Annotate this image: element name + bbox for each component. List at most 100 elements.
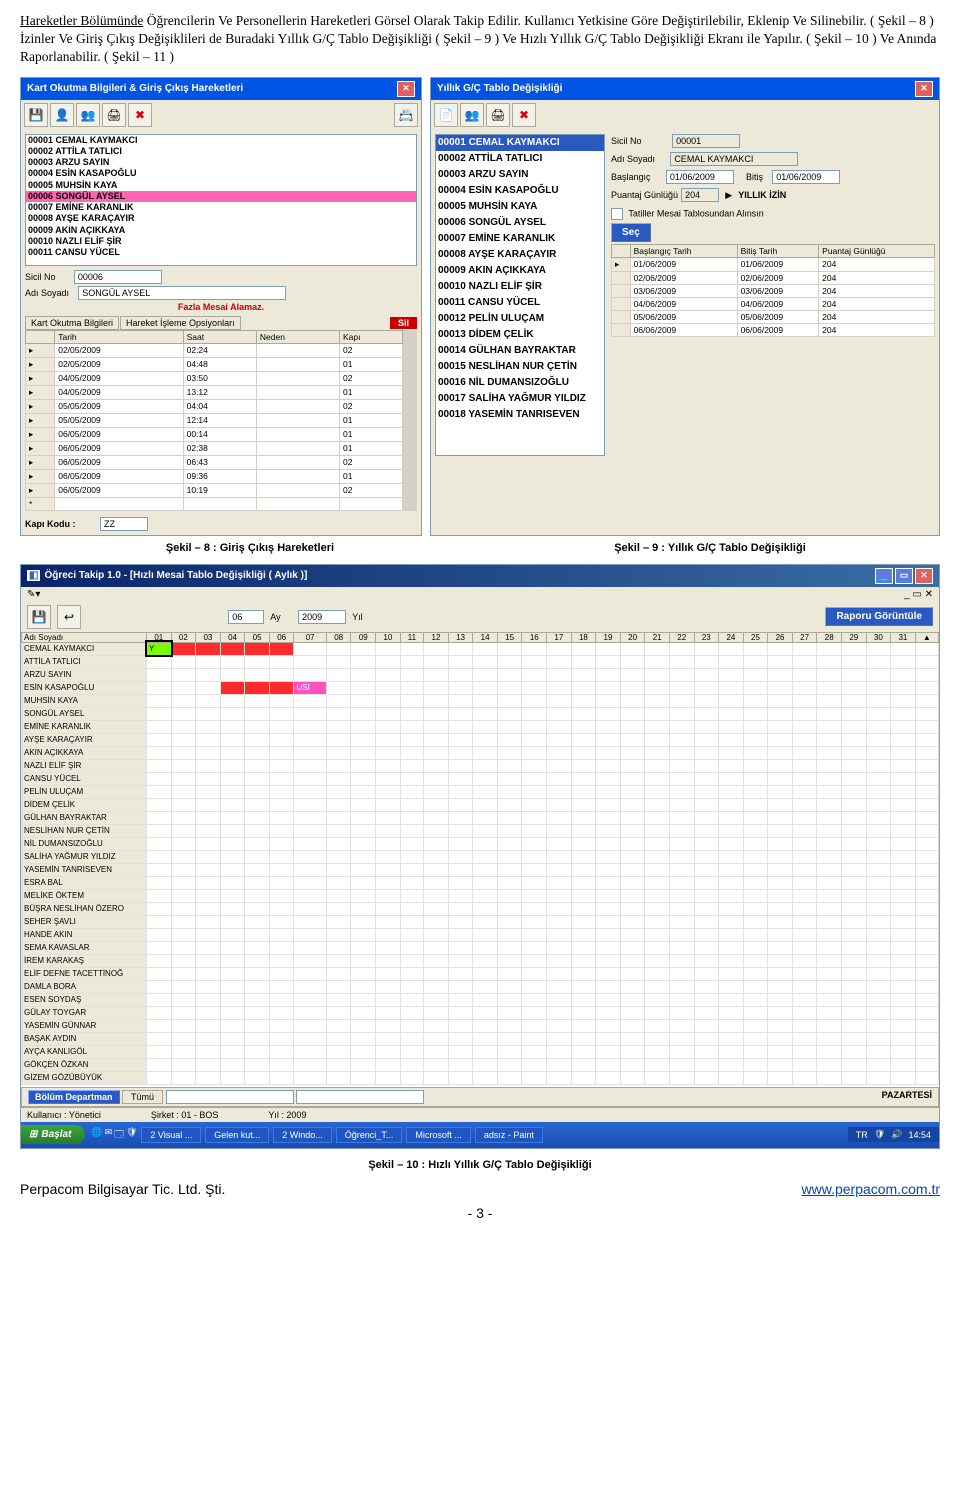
- task-button[interactable]: adsız - Paint: [475, 1127, 543, 1143]
- users-icon[interactable]: 👥: [76, 103, 100, 127]
- start-label: Başlat: [41, 1129, 71, 1140]
- app-icon: ◧: [27, 570, 40, 581]
- kart-okutma-panel: Kart Okutma Bilgileri & Giriş Çıkış Hare…: [20, 77, 422, 536]
- print-icon[interactable]: 🖨: [486, 103, 510, 127]
- user-icon[interactable]: 👤: [50, 103, 74, 127]
- adsoyad-input[interactable]: SONGÜL AYSEL: [78, 286, 286, 300]
- warn-text: Fazla Mesai Alamaz.: [25, 302, 417, 312]
- menu-item[interactable]: ✎▾: [27, 589, 40, 600]
- tumu-button[interactable]: Tümü: [122, 1090, 163, 1104]
- pg-input: 204: [681, 188, 719, 202]
- kapi-input[interactable]: ZZ: [100, 517, 148, 531]
- adsoyad-label: Adı Soyadı: [25, 288, 69, 298]
- task-button[interactable]: 2 Visual ...: [141, 1127, 201, 1143]
- caption-9: Şekil – 9 : Yıllık G/Ç Tablo Değişikliği: [480, 542, 940, 554]
- sicil-label-r: Sicil No: [611, 136, 642, 146]
- sicil-input[interactable]: 00006: [74, 270, 162, 284]
- panel-title-r: Yıllık G/Ç Tablo Değişikliği: [437, 83, 562, 94]
- quick-icon[interactable]: 🗔: [114, 1127, 124, 1143]
- maximize-icon[interactable]: ▭: [895, 568, 913, 584]
- izin-table[interactable]: Başlangıç TarihBitiş TarihPuantaj Günlüğ…: [611, 244, 935, 337]
- footer-company: Perpacom Bilgisayar Tic. Ltd. Şti.: [20, 1181, 225, 1197]
- close-icon[interactable]: ✕: [915, 568, 933, 584]
- scrollbar[interactable]: [403, 330, 417, 511]
- page-footer: Perpacom Bilgisayar Tic. Ltd. Şti. www.p…: [20, 1181, 940, 1197]
- toolbar-right: 📄 👥 🖨 ✖: [431, 100, 939, 130]
- yillik-gc-panel: Yıllık G/Ç Tablo Değişikliği ✕ 📄 👥 🖨 ✖ 0…: [430, 77, 940, 536]
- wide-titlebar: ◧ Öğreci Takip 1.0 - [Hızlı Mesai Tablo D…: [21, 565, 939, 587]
- sicil-input-r: 00001: [672, 134, 740, 148]
- bit-label: Bitiş: [746, 172, 763, 182]
- back-icon[interactable]: ↩: [57, 605, 81, 629]
- month-select[interactable]: 06: [228, 610, 264, 624]
- wide-title: Öğreci Takip 1.0 - [Hızlı Mesai Tablo De…: [44, 570, 307, 581]
- mesai-grid[interactable]: Adı Soyadı010203040506070809101112131415…: [21, 632, 939, 1085]
- izin-label: YILLIK İZİN: [738, 190, 786, 200]
- task-buttons: 2 Visual ...Gelen kut...2 Windo...Öğrenc…: [137, 1127, 543, 1143]
- task-button[interactable]: Öğrenci_T...: [336, 1127, 403, 1143]
- sicil-label: Sicil No: [25, 272, 56, 282]
- page-number: - 3 -: [20, 1205, 940, 1221]
- intro-paragraph: Hareketler Bölümünde Öğrencilerin Ve Per…: [20, 12, 940, 67]
- intro-rest: Öğrencilerin Ve Personellerin Hareketler…: [20, 13, 936, 64]
- clock: 14:54: [908, 1130, 931, 1140]
- close-icon[interactable]: ✕: [397, 81, 415, 97]
- tab-hareket-ops[interactable]: Hareket İşleme Opsiyonları: [120, 316, 241, 330]
- panel-header-left: Kart Okutma Bilgileri & Giriş Çıkış Hare…: [21, 78, 421, 100]
- lang-indicator[interactable]: TR: [856, 1130, 868, 1140]
- minimize-icon[interactable]: _: [875, 568, 893, 584]
- footer-link[interactable]: www.perpacom.com.tr: [802, 1181, 940, 1197]
- delete-icon[interactable]: ✖: [512, 103, 536, 127]
- save-icon[interactable]: 💾: [27, 605, 51, 629]
- caption-10: Şekil – 10 : Hızlı Yıllık G/Ç Tablo Deği…: [20, 1159, 940, 1171]
- personel-list[interactable]: 00001 CEMAL KAYMAKCI00002 ATTİLA TATLICI…: [25, 134, 417, 266]
- year-select[interactable]: 2009: [298, 610, 346, 624]
- ad-input-r: CEMAL KAYMAKCI: [670, 152, 798, 166]
- bolum-button[interactable]: Bölüm Departman: [28, 1090, 120, 1104]
- bottom-toolbar: Bölüm Departman Tümü PAZARTESİ: [21, 1087, 939, 1107]
- caption-8: Şekil – 8 : Giriş Çıkış Hareketleri: [20, 542, 480, 554]
- arrow-icon[interactable]: ▶: [725, 190, 732, 200]
- wide-toolbar: 💾 ↩ 06 Ay 2009 Yıl Raporu Görüntüle: [21, 602, 939, 632]
- tray-icon[interactable]: 🛡: [874, 1129, 885, 1140]
- task-button[interactable]: Gelen kut...: [205, 1127, 269, 1143]
- status-bar: Kullanıcı : Yönetici Şirket : 01 - BOS Y…: [21, 1107, 939, 1122]
- figures-row: Kart Okutma Bilgileri & Giriş Çıkış Hare…: [20, 77, 940, 536]
- tabstrip: Kart Okutma Bilgileri Hareket İşleme Ops…: [25, 316, 242, 330]
- close-icon[interactable]: ✕: [915, 81, 933, 97]
- quick-icon[interactable]: ✉: [105, 1127, 113, 1143]
- print-icon[interactable]: 🖨: [102, 103, 126, 127]
- bas-input[interactable]: 01/06/2009: [666, 170, 734, 184]
- kapi-label: Kapı Kodu :: [25, 519, 76, 529]
- users-icon[interactable]: 👥: [460, 103, 484, 127]
- pg-label: Puantaj Günlüğü: [611, 190, 678, 200]
- bas-label: Başlangıç: [611, 172, 651, 182]
- quick-icon[interactable]: 🌐: [91, 1127, 102, 1143]
- task-button[interactable]: Microsoft ...: [406, 1127, 471, 1143]
- card-icon[interactable]: 📇: [394, 103, 418, 127]
- windows-icon: ⊞: [29, 1129, 37, 1140]
- quick-icon[interactable]: 🛡: [126, 1127, 137, 1143]
- taskbar: ⊞ Başlat 🌐 ✉ 🗔 🛡 2 Visual ...Gelen kut..…: [21, 1122, 939, 1148]
- personel-list-r[interactable]: 00001 CEMAL KAYMAKCI00002 ATTİLA TATLICI…: [435, 134, 605, 456]
- sil-button[interactable]: Sil: [390, 317, 417, 329]
- save-icon[interactable]: 💾: [24, 103, 48, 127]
- tab-kart-okutma[interactable]: Kart Okutma Bilgileri: [25, 316, 119, 330]
- hareket-table[interactable]: TarihSaatNedenKapı▸02/05/200902:2402▸02/…: [25, 330, 403, 511]
- tatiller-label: Tatiller Mesai Tablosundan Alınsın: [628, 208, 763, 218]
- day-label: PAZARTESİ: [882, 1090, 932, 1104]
- delete-icon[interactable]: ✖: [128, 103, 152, 127]
- panel-header-right: Yıllık G/Ç Tablo Değişikliği ✕: [431, 78, 939, 100]
- sec-button[interactable]: Seç: [611, 223, 651, 242]
- tray-icon[interactable]: 🔊: [891, 1129, 902, 1140]
- ad-label-r: Adı Soyadı: [611, 154, 655, 164]
- start-button[interactable]: ⊞ Başlat: [21, 1125, 85, 1144]
- caption-row: Şekil – 8 : Giriş Çıkış Hareketleri Şeki…: [20, 542, 940, 554]
- menu-close-icon[interactable]: _ ▭ ✕: [904, 589, 933, 600]
- rapor-button[interactable]: Raporu Görüntüle: [825, 607, 933, 626]
- hizli-mesai-panel: ◧ Öğreci Takip 1.0 - [Hızlı Mesai Tablo D…: [20, 564, 940, 1149]
- task-button[interactable]: 2 Windo...: [273, 1127, 332, 1143]
- new-icon[interactable]: 📄: [434, 103, 458, 127]
- bit-input[interactable]: 01/06/2009: [772, 170, 840, 184]
- tatiller-checkbox[interactable]: [611, 208, 623, 220]
